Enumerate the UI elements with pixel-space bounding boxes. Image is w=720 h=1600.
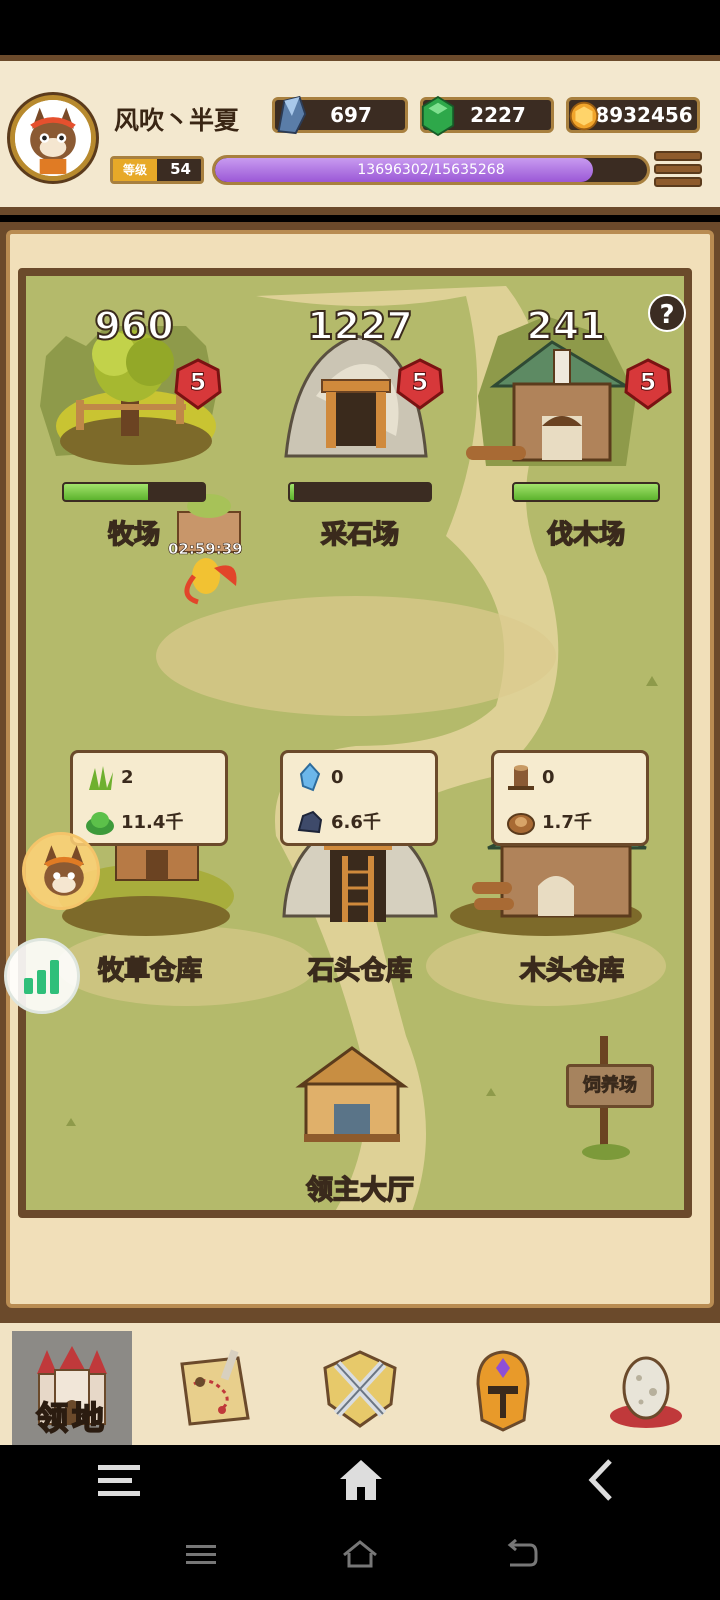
resource-crystal[interactable]: 697 — [272, 95, 408, 135]
secondary-back-icon[interactable] — [506, 1539, 538, 1569]
status-bar — [0, 0, 720, 55]
lumberyard-progress-bar — [512, 482, 660, 502]
quarry-label[interactable]: 采石场 — [270, 514, 450, 551]
gold-coin-icon — [569, 101, 599, 131]
lumberyard-count: 241 — [525, 303, 606, 349]
gold-value: 8932456 — [595, 103, 693, 127]
stone-row-2: 6.6千 — [295, 803, 381, 839]
quarry-count: 1227 — [306, 303, 414, 349]
breeding-sign[interactable]: 饲养场 — [566, 1064, 654, 1108]
pasture-progress-fill — [64, 484, 148, 500]
level-number: 54 — [170, 160, 191, 178]
xp-text: 13696302/15635268 — [357, 162, 505, 178]
stone-storage-label[interactable]: 石头仓库 — [270, 950, 450, 987]
pasture-progress-bar — [62, 482, 206, 502]
menu-lines-icon[interactable] — [96, 1461, 142, 1501]
nav-map[interactable] — [155, 1331, 275, 1447]
lumberyard-progress-fill — [514, 484, 658, 500]
tree-stump-icon — [508, 765, 534, 790]
secondary-home-icon[interactable] — [342, 1539, 378, 1569]
wood-row-1: 0 — [506, 759, 555, 795]
grass-row-2: 11.4千 — [85, 803, 183, 839]
nav-heroes[interactable] — [443, 1331, 563, 1447]
stone-storage-card: 0 6.6千 — [280, 750, 438, 846]
lumberyard-level-badge: 5 — [622, 358, 674, 410]
bottom-navigation: 领地 — [0, 1315, 720, 1447]
ore-crystal-icon — [277, 95, 307, 135]
level-display: 等级 54 — [110, 156, 204, 184]
blue-crystal-icon — [299, 762, 321, 792]
menu-button[interactable] — [654, 151, 702, 191]
resource-gem[interactable]: 2227 — [420, 95, 554, 137]
stats-button[interactable] — [4, 938, 80, 1014]
egg-icon — [610, 1356, 682, 1428]
wood-log-icon — [507, 813, 535, 835]
lumberyard-label[interactable]: 伐木场 — [496, 514, 676, 551]
player-header: 风吹丶半夏 697 2227 8932456 等级 54 13696302/15… — [0, 55, 720, 273]
player-avatar[interactable] — [10, 95, 96, 181]
grass-sprout-icon — [89, 766, 113, 790]
grass-row-1: 2 — [85, 759, 134, 795]
resource-gold[interactable]: 8932456 — [566, 97, 700, 133]
player-name: 风吹丶半夏 — [114, 106, 240, 135]
lumberyard-level: 5 — [639, 368, 657, 397]
pasture-level: 5 — [189, 368, 207, 397]
nav-eggs[interactable] — [586, 1331, 706, 1447]
nav-territory[interactable]: 领地 — [12, 1331, 132, 1447]
help-button[interactable]: ? — [648, 294, 686, 332]
knight-helmet-icon — [476, 1350, 530, 1432]
back-arrow-icon[interactable] — [586, 1457, 616, 1503]
gem-value: 2227 — [470, 103, 526, 127]
map-scroll-icon — [180, 1349, 250, 1426]
quarry-level: 5 — [411, 368, 429, 397]
wood-storage-card: 0 1.7千 — [491, 750, 649, 846]
pasture-count: 960 — [93, 303, 174, 349]
wood-row-2: 1.7千 — [506, 803, 592, 839]
stone-row-1: 0 — [295, 759, 344, 795]
grass-storage-card: 2 11.4千 — [70, 750, 228, 846]
floating-helper-avatar[interactable] — [22, 832, 100, 910]
bar-chart-icon — [24, 960, 59, 994]
secondary-menu-icon[interactable] — [186, 1543, 216, 1567]
nav-battle[interactable] — [300, 1331, 420, 1447]
lord-hall-label[interactable]: 领主大厅 — [280, 1168, 440, 1207]
green-gem-icon — [421, 95, 455, 137]
pasture-level-badge: 5 — [172, 358, 224, 410]
cat-hero-icon — [15, 100, 91, 176]
level-tag: 等级 — [113, 159, 157, 181]
xp-bar: 13696302/15635268 — [212, 155, 650, 185]
grass-storage-label[interactable]: 牧草仓库 — [60, 950, 240, 987]
crystal-value: 697 — [330, 103, 372, 127]
quarry-progress-bar — [288, 482, 432, 502]
wood-storage-label[interactable]: 木头仓库 — [482, 950, 662, 987]
quarry-level-badge: 5 — [394, 358, 446, 410]
creature-timer: 02:59:39 — [168, 540, 243, 559]
grass-bush-icon — [86, 812, 114, 835]
nav-territory-label: 领地 — [35, 1398, 108, 1438]
crossed-swords-icon — [323, 1350, 397, 1428]
quarry-progress-fill — [290, 484, 295, 500]
home-icon[interactable] — [338, 1457, 384, 1503]
stone-ore-icon — [297, 810, 323, 834]
system-navigation-bar — [0, 1445, 720, 1600]
